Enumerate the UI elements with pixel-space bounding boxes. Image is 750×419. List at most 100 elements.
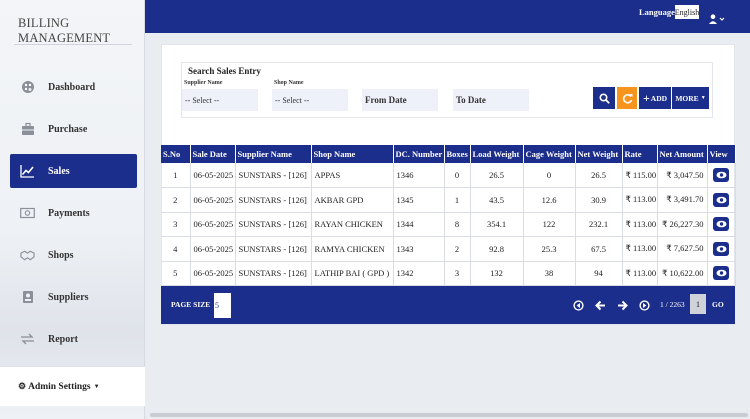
view-button[interactable] <box>713 168 729 182</box>
cell-view <box>707 261 736 286</box>
sidebar-item-purchase[interactable]: Purchase <box>10 112 137 146</box>
cell-sno: 5 <box>161 261 191 286</box>
page-size-label: PAGE SIZE <box>171 300 211 309</box>
cell-dc: 1343 <box>393 236 445 262</box>
cell-dc: 1345 <box>393 187 445 213</box>
admin-settings-label: Admin Settings <box>28 381 91 392</box>
cell-date: 06-05-2025 <box>190 187 236 213</box>
supplier-label: Supplier Name <box>184 80 223 86</box>
cell-load: 26.5 <box>470 163 524 188</box>
eye-icon <box>716 269 726 277</box>
horizontal-scrollbar[interactable] <box>150 413 748 417</box>
refresh-button[interactable] <box>617 87 637 109</box>
sidebar-item-dashboard[interactable]: Dashboard <box>10 70 137 104</box>
gear-icon: ⚙ <box>18 381 27 391</box>
arrow-left-icon <box>594 300 605 310</box>
cell-rate: ₹ 113.00 <box>622 187 658 213</box>
cell-load: 354.1 <box>470 212 524 237</box>
eye-icon <box>716 171 726 179</box>
language-select[interactable]: English <box>675 5 699 19</box>
cell-supplier: SUNSTARS - [126] <box>235 236 312 262</box>
view-button[interactable] <box>713 192 729 207</box>
cell-supplier: SUNSTARS - [126] <box>235 212 312 237</box>
add-button[interactable]: + ADD <box>639 87 671 109</box>
cell-rate: ₹ 113.00 <box>622 212 658 237</box>
cell-date: 06-05-2025 <box>190 163 236 188</box>
shop-label: Shop Name <box>274 80 304 86</box>
col-shop[interactable]: Shop Name <box>311 145 394 163</box>
exchange-icon <box>20 332 35 347</box>
language-label: Language <box>639 7 675 17</box>
page-number-input[interactable]: 1 <box>690 294 706 314</box>
cell-view <box>707 212 736 237</box>
col-boxes[interactable]: Boxes <box>444 145 471 163</box>
col-load-weight[interactable]: Load Weight <box>470 145 524 163</box>
cell-supplier: SUNSTARS - [126] <box>235 187 312 213</box>
cell-net: 30.9 <box>575 187 623 213</box>
from-date-placeholder: From Date <box>365 95 407 105</box>
search-button[interactable] <box>593 87 615 109</box>
cell-sno: 4 <box>161 236 191 262</box>
cell-boxes: 1 <box>444 187 471 213</box>
cell-supplier: SUNSTARS - [126] <box>235 163 312 188</box>
user-menu[interactable] <box>709 11 725 29</box>
add-button-label: ADD <box>650 93 668 103</box>
cell-cage: 25.3 <box>523 236 576 262</box>
supplier-select-value: -- Select -- <box>185 95 220 105</box>
view-button[interactable] <box>713 217 729 232</box>
first-page-icon <box>572 299 584 311</box>
supplier-select[interactable]: -- Select -- <box>182 89 258 111</box>
last-page-button[interactable] <box>637 298 651 312</box>
first-page-button[interactable] <box>571 298 585 312</box>
id-card-icon <box>20 290 35 305</box>
col-sno[interactable]: S.No <box>161 145 191 163</box>
sidebar-item-payments[interactable]: Payments <box>10 196 137 230</box>
cell-date: 06-05-2025 <box>190 261 236 286</box>
shop-select[interactable]: -- Select -- <box>272 89 348 111</box>
caret-down-icon: ▼ <box>93 383 100 390</box>
sidebar-item-suppliers[interactable]: Suppliers <box>10 280 137 314</box>
admin-settings-menu[interactable]: ⚙ Admin Settings ▼ <box>0 366 145 406</box>
money-icon <box>20 206 35 221</box>
sidebar-item-label: Suppliers <box>48 291 89 303</box>
view-button[interactable] <box>713 241 729 256</box>
cell-cage: 122 <box>523 212 576 237</box>
sidebar-item-report[interactable]: Report <box>10 322 137 356</box>
from-date-input[interactable]: From Date <box>362 89 438 111</box>
col-supplier[interactable]: Supplier Name <box>235 145 312 163</box>
shop-select-value: -- Select -- <box>275 95 310 105</box>
col-net-weight[interactable]: Net Weight <box>575 145 623 163</box>
sidebar-item-shops[interactable]: Shops <box>10 238 137 272</box>
to-date-input[interactable]: To Date <box>453 89 529 111</box>
table-row: 4 06-05-2025 SUNSTARS - [126] RAMYA CHIC… <box>161 236 736 262</box>
col-rate[interactable]: Rate <box>622 145 658 163</box>
page-size-input[interactable]: 5 <box>214 293 231 318</box>
cell-load: 132 <box>470 261 524 286</box>
cell-shop: APPAS <box>311 163 394 188</box>
cell-boxes: 3 <box>444 261 471 286</box>
prev-page-button[interactable] <box>593 298 607 312</box>
page-size-value: 5 <box>215 301 219 310</box>
eye-icon <box>716 220 726 228</box>
table-row: 3 06-05-2025 SUNSTARS - [126] RAYAN CHIC… <box>161 212 736 237</box>
briefcase-icon <box>20 122 35 137</box>
cell-shop: RAMYA CHICKEN <box>311 236 394 262</box>
view-button[interactable] <box>713 266 729 281</box>
next-page-button[interactable] <box>615 298 629 312</box>
more-button[interactable]: MORE ▼ <box>672 87 709 109</box>
cell-view <box>707 236 736 262</box>
eye-icon <box>716 196 726 204</box>
go-button[interactable]: GO <box>712 300 724 309</box>
cell-sno: 1 <box>161 163 191 188</box>
plus-icon: + <box>642 91 650 105</box>
col-cage-weight[interactable]: Cage Weight <box>523 145 576 163</box>
col-net-amount[interactable]: Net Amount <box>657 145 708 163</box>
cell-cage: 38 <box>523 261 576 286</box>
sidebar-item-sales[interactable]: Sales <box>10 154 137 188</box>
pagination-bar: PAGE SIZE 5 1 / 2263 1 GO <box>161 286 735 324</box>
col-dc-number[interactable]: DC. Number <box>393 145 445 163</box>
eye-icon <box>716 245 726 253</box>
col-sale-date[interactable]: Sale Date <box>190 145 236 163</box>
cell-load: 92.8 <box>470 236 524 262</box>
cell-rate: ₹ 113.00 <box>622 261 658 286</box>
